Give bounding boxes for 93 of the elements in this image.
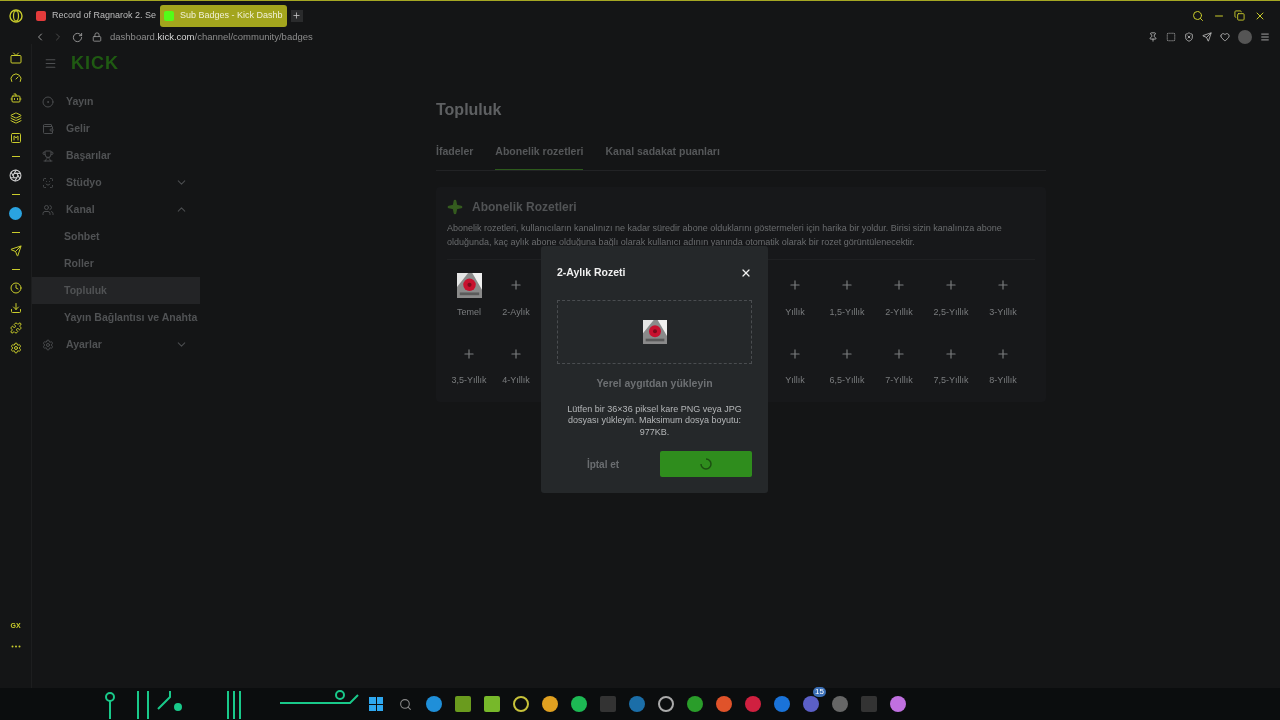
layers-icon[interactable]	[9, 112, 22, 124]
badge-label: Yıllık	[785, 374, 805, 388]
plus-icon	[944, 278, 958, 293]
download-icon[interactable]	[9, 302, 22, 314]
nav-subitem[interactable]: Yayın Bağlantısı ve Anahta	[32, 304, 200, 331]
new-tab-button[interactable]	[290, 9, 303, 22]
badge-label: 7-Yıllık	[885, 374, 913, 388]
browser-logo-icon[interactable]	[9, 8, 23, 23]
heart-icon[interactable]	[1220, 32, 1230, 42]
nav-item[interactable]: Kanal	[32, 196, 200, 223]
gauge-icon[interactable]	[9, 72, 22, 84]
tab-title: Sub Badges - Kick Dashb	[180, 8, 283, 22]
users-icon	[42, 203, 54, 216]
dialog-title: 2-Aylık Rozeti	[557, 265, 626, 280]
tab[interactable]: Abonelik rozetleri	[495, 144, 584, 170]
badge-label: 3,5-Yıllık	[451, 374, 487, 388]
search-icon[interactable]	[397, 696, 413, 712]
badge-label: 7,5-Yıllık	[933, 374, 969, 388]
sparkle-icon	[447, 198, 463, 215]
play-circle-icon	[42, 95, 54, 108]
nav-item[interactable]: Ayarlar	[32, 331, 200, 358]
badge-label: 2,5-Yıllık	[933, 305, 969, 319]
plus-icon	[996, 346, 1010, 361]
plus-icon	[840, 346, 854, 361]
puzzle-icon[interactable]	[9, 322, 22, 334]
nav-item[interactable]: Gelir	[32, 115, 200, 142]
nav-item[interactable]: Başarılar	[32, 142, 200, 169]
logo[interactable]: KICK	[71, 54, 119, 72]
lock-icon	[92, 32, 102, 42]
reload-icon[interactable]	[72, 31, 83, 43]
plus-icon	[944, 346, 958, 361]
badge-label: 2-Aylık	[502, 305, 530, 319]
search-icon[interactable]	[1192, 9, 1204, 22]
drop-zone[interactable]	[557, 299, 752, 364]
plus-icon	[788, 346, 802, 361]
cancel-button[interactable]: İptal et	[557, 451, 649, 477]
clock-icon[interactable]	[9, 282, 22, 294]
pin-icon[interactable]	[1148, 32, 1158, 42]
plus-icon	[509, 278, 523, 293]
letter-square-icon[interactable]	[9, 132, 22, 144]
tab-favicon-icon	[36, 10, 46, 21]
section-title: Abonelik Rozetleri	[472, 198, 577, 216]
browser-tab[interactable]: Record of Ragnarok 2. Se	[32, 4, 161, 27]
tab-favicon-icon	[164, 10, 175, 21]
badge-label: 3-Yıllık	[989, 305, 1017, 319]
scan-icon	[42, 176, 54, 189]
robot-icon[interactable]	[9, 92, 22, 104]
plus-icon	[509, 346, 523, 361]
nav-item[interactable]: Yayın	[32, 88, 200, 115]
ring-icon[interactable]	[658, 696, 674, 712]
trophy-icon	[42, 149, 54, 162]
page-title: Topluluk	[436, 100, 503, 120]
badge-label: 1,5-Yıllık	[829, 305, 865, 319]
upload-label: Yerel aygıtdan yükleyin	[595, 375, 714, 391]
tab[interactable]: Kanal sadakat puanları	[605, 144, 720, 170]
windows-icon[interactable]	[368, 696, 384, 712]
badge-label: Yıllık	[785, 305, 805, 319]
browser-tab[interactable]: Sub Badges - Kick Dashb	[160, 4, 287, 27]
settings-icon	[42, 338, 54, 351]
restore-icon[interactable]	[1234, 10, 1245, 21]
more-icon[interactable]	[10, 645, 21, 648]
badge-label: Temel	[457, 305, 481, 319]
section-description: Abonelik rozetleri, kullanıcıların kanalınızı ne kadar süredir abone olduklarını göstermeleri için harika bir yoldur. Birisi sizin kanalınıza abone olduğunda, kaç aylık abone olduğuna bağlı olarak kullanıcı adının yanında otomatik olarak bir rozet görüntülenecektir.	[447, 221, 1002, 249]
tab[interactable]: İfadeler	[436, 144, 474, 170]
plus-icon	[788, 278, 802, 293]
tab-title: Record of Ragnarok 2. Se	[52, 8, 157, 22]
badge-label: 2-Yıllık	[885, 305, 913, 319]
upload-help: Lütfen bir 36×36 piksel kare PNG veya JPG dosyası yükleyin. Maksimum dosya boyutu: 977KB.	[566, 403, 743, 438]
snapshot-icon[interactable]	[1166, 32, 1176, 42]
nav-subitem[interactable]: Sohbet	[32, 223, 200, 250]
plus-icon	[840, 278, 854, 293]
tv-icon[interactable]	[9, 52, 22, 64]
aperture-icon[interactable]	[9, 169, 22, 182]
nav-item[interactable]: Stüdyo	[32, 169, 200, 196]
plus-icon	[996, 278, 1010, 293]
nav-subitem[interactable]: Roller	[32, 250, 200, 277]
plus-icon	[892, 278, 906, 293]
plus-icon	[292, 11, 302, 20]
wallet-icon	[42, 122, 54, 135]
menu-icon[interactable]	[1260, 32, 1270, 42]
spinner-icon	[700, 458, 712, 470]
send-icon[interactable]	[1202, 32, 1212, 42]
badge-label: 6,5-Yıllık	[829, 374, 865, 388]
plus-icon	[892, 346, 906, 361]
url-field[interactable]: dashboard.kick.com/channel/community/badges	[110, 29, 313, 45]
badge-label: 8-Yıllık	[989, 374, 1017, 388]
send-icon[interactable]	[9, 245, 22, 257]
ring-icon[interactable]	[513, 696, 529, 712]
settings-icon[interactable]	[9, 342, 22, 354]
notification-count: 15	[813, 687, 826, 697]
badge-label: 4-Yıllık	[502, 374, 530, 388]
avatar-icon[interactable]	[1238, 30, 1252, 44]
plus-icon	[462, 346, 476, 361]
